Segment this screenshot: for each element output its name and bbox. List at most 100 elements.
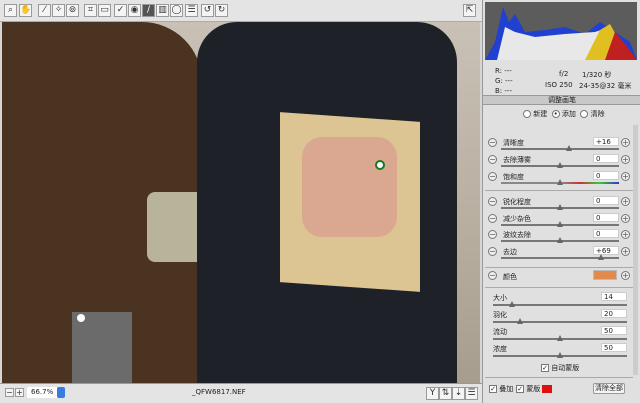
mask-checkbox[interactable]: ✓ [516, 385, 524, 393]
zoom-dropdown[interactable] [57, 387, 65, 398]
color-plus-icon[interactable]: + [621, 271, 630, 280]
copy-settings-icon[interactable]: ⇣ [452, 387, 465, 400]
slider-value[interactable]: 0 [593, 171, 619, 180]
slider-value[interactable]: 0 [593, 213, 619, 222]
radial-filter-icon[interactable]: ◯ [170, 4, 183, 17]
slider-track[interactable] [501, 254, 619, 260]
slider-track[interactable] [501, 237, 619, 243]
slider-value[interactable]: +69 [593, 246, 619, 255]
divider [485, 287, 633, 288]
slider-plus-icon[interactable]: + [621, 197, 630, 206]
trousers [72, 312, 132, 383]
slider-plus-icon[interactable]: + [621, 172, 630, 181]
brush-value[interactable]: 50 [601, 326, 627, 335]
slider-thumb[interactable] [557, 221, 563, 227]
swap-icon[interactable]: ⇅ [439, 387, 452, 400]
divider [485, 267, 633, 268]
slider-plus-icon[interactable]: + [621, 247, 630, 256]
preferences-icon[interactable]: ☰ [185, 4, 198, 17]
slider-track[interactable] [501, 179, 619, 185]
toggle-settings-icon[interactable]: ☰ [465, 387, 478, 400]
auto-mask-toggle[interactable]: ✓ 自动蒙版 [541, 363, 579, 373]
brush-slider-track[interactable] [493, 335, 627, 341]
mask-color-swatch[interactable] [542, 385, 553, 393]
red-eye-icon[interactable]: ◉ [128, 4, 141, 17]
adjustment-brush-icon[interactable]: / [142, 4, 155, 17]
histogram-graph [485, 7, 637, 60]
slider-label: 锐化程度 [503, 198, 531, 206]
mode-new-label: 新建 [533, 110, 548, 118]
slider-minus-icon[interactable]: − [488, 155, 497, 164]
slider-minus-icon[interactable]: − [488, 230, 497, 239]
brush-slider-thumb[interactable] [516, 318, 523, 324]
slider-thumb[interactable] [557, 204, 563, 210]
brush-value[interactable]: 14 [601, 292, 627, 301]
slider-minus-icon[interactable]: − [488, 214, 497, 223]
brush-label: 流动 [493, 328, 507, 336]
fullscreen-icon[interactable]: ⇱ [463, 4, 476, 17]
straighten-tool-icon[interactable]: ▭ [98, 4, 111, 17]
slider-value[interactable]: 0 [593, 229, 619, 238]
radio-clear[interactable] [580, 110, 589, 118]
slider-minus-icon[interactable]: − [488, 138, 497, 147]
slider-track[interactable] [501, 221, 619, 227]
color-minus-icon[interactable]: − [488, 271, 497, 280]
overlay-toggle[interactable]: ✓ 叠加 [489, 384, 513, 394]
color-sampler-icon[interactable]: ✧ [52, 4, 65, 17]
slider-plus-icon[interactable]: + [621, 155, 630, 164]
slider-plus-icon[interactable]: + [621, 138, 630, 147]
slider-thumb[interactable] [557, 162, 563, 168]
brush-slider-thumb[interactable] [557, 352, 563, 358]
aperture: f/2 [559, 70, 569, 78]
slider-value[interactable]: 0 [593, 196, 619, 205]
scrollbar[interactable] [633, 125, 638, 375]
zoom-in-button[interactable]: + [15, 388, 24, 397]
slider-thumb[interactable] [557, 179, 563, 185]
g-label: G: [495, 77, 503, 85]
slider-thumb[interactable] [566, 145, 573, 151]
mask-toggle[interactable]: ✓ 蒙版 [516, 384, 553, 394]
photo-canvas[interactable] [2, 22, 480, 383]
slider-track[interactable] [501, 162, 619, 168]
zoom-level[interactable]: 66.7% [27, 387, 57, 398]
brush-slider-track[interactable] [493, 301, 627, 307]
brush-slider-track[interactable] [493, 352, 627, 358]
slider-value[interactable]: 0 [593, 154, 619, 163]
slider-thumb[interactable] [598, 254, 605, 260]
slider-minus-icon[interactable]: − [488, 172, 497, 181]
rotate-cw-icon[interactable]: ↻ [215, 4, 228, 17]
hand-tool-icon[interactable]: ✋ [19, 4, 32, 17]
slider-minus-icon[interactable]: − [488, 247, 497, 256]
spot-removal-icon[interactable]: ✓ [114, 4, 127, 17]
slider-plus-icon[interactable]: + [621, 214, 630, 223]
slider-minus-icon[interactable]: − [488, 197, 497, 206]
slider-value[interactable]: +16 [593, 137, 619, 146]
radio-new[interactable] [523, 110, 531, 118]
overlay-label: 叠加 [499, 385, 514, 393]
brush-value[interactable]: 20 [601, 309, 627, 318]
brush-pin-icon[interactable] [375, 160, 385, 170]
zoom-tool-icon[interactable]: ⌕ [4, 4, 17, 17]
auto-mask-checkbox[interactable]: ✓ [541, 364, 549, 372]
brush-slider-track[interactable] [493, 318, 627, 324]
overlay-checkbox[interactable]: ✓ [489, 385, 497, 393]
rotate-ccw-icon[interactable]: ↺ [201, 4, 214, 17]
b-label: B: [495, 87, 503, 95]
slider-plus-icon[interactable]: + [621, 230, 630, 239]
radio-add[interactable]: • [551, 110, 560, 118]
graduated-filter-icon[interactable]: ▥ [156, 4, 169, 17]
clear-all-button[interactable]: 清除全部 [593, 383, 625, 394]
slider-track[interactable] [501, 204, 619, 210]
divider [485, 377, 633, 378]
targeted-adjustment-icon[interactable]: ⊚ [66, 4, 79, 17]
color-swatch[interactable] [593, 270, 617, 280]
slider-track[interactable] [501, 145, 619, 151]
brush-value[interactable]: 50 [601, 343, 627, 352]
crop-tool-icon[interactable]: ⌗ [84, 4, 97, 17]
brush-slider-thumb[interactable] [508, 301, 515, 307]
brush-slider-thumb[interactable] [557, 335, 563, 341]
zoom-out-button[interactable]: − [5, 388, 14, 397]
before-after-icon[interactable]: Y [426, 387, 439, 400]
white-balance-tool-icon[interactable]: ⁄ [38, 4, 51, 17]
slider-thumb[interactable] [557, 237, 563, 243]
